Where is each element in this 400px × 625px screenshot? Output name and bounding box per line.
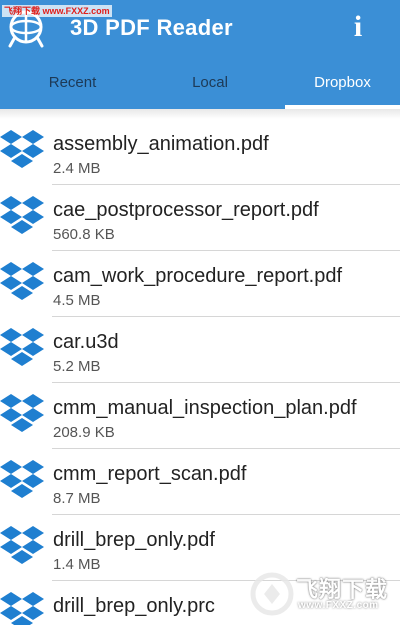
file-row[interactable]: assembly_animation.pdf 2.4 MB — [0, 119, 400, 185]
file-name: cae_postprocessor_report.pdf — [53, 199, 319, 221]
file-size: 1.4 MB — [53, 556, 101, 573]
file-name: drill_brep_only.prc — [53, 595, 215, 617]
dropbox-icon — [0, 130, 44, 168]
tab-local[interactable]: Local — [145, 57, 275, 109]
tab-recent[interactable]: Recent — [0, 57, 145, 109]
watermark-top: 飞翔下载 www.FXXZ.com — [2, 5, 112, 17]
file-row[interactable]: cam_work_procedure_report.pdf 4.5 MB — [0, 251, 400, 317]
file-row[interactable]: car.u3d 5.2 MB — [0, 317, 400, 383]
app-title: 3D PDF Reader — [70, 15, 233, 40]
dropbox-icon — [0, 460, 44, 498]
file-size: 208.9 KB — [53, 424, 115, 441]
file-name: cam_work_procedure_report.pdf — [53, 265, 343, 287]
file-list: assembly_animation.pdf 2.4 MB cae_postpr… — [0, 119, 400, 625]
dropbox-icon — [0, 196, 44, 234]
watermark-bottom-right: 飞翔下载 www.FXXZ.com — [250, 568, 400, 625]
info-button[interactable]: i — [346, 10, 370, 44]
file-name: car.u3d — [53, 331, 119, 353]
file-name: cmm_report_scan.pdf — [53, 463, 247, 485]
file-size: 560.8 KB — [53, 226, 115, 243]
watermark-url: www.FXXZ.com — [298, 600, 379, 611]
tab-bar-shadow — [0, 109, 400, 119]
file-name: cmm_manual_inspection_plan.pdf — [53, 397, 357, 419]
dropbox-icon — [0, 526, 44, 564]
file-size: 4.5 MB — [53, 292, 101, 309]
file-row[interactable]: cae_postprocessor_report.pdf 560.8 KB — [0, 185, 400, 251]
dropbox-icon — [0, 328, 44, 366]
file-size: 2.4 MB — [53, 160, 101, 177]
dropbox-icon — [0, 262, 44, 300]
file-name: drill_brep_only.pdf — [53, 529, 215, 551]
file-size: 5.2 MB — [53, 358, 101, 375]
file-size: 8.7 MB — [53, 490, 101, 507]
file-row[interactable]: cmm_manual_inspection_plan.pdf 208.9 KB — [0, 383, 400, 449]
watermark-logo-icon — [250, 572, 294, 616]
tab-bar: Recent Local Dropbox — [0, 57, 400, 109]
dropbox-icon — [0, 394, 44, 432]
file-name: assembly_animation.pdf — [53, 133, 269, 155]
dropbox-icon — [0, 592, 44, 625]
tab-dropbox[interactable]: Dropbox — [285, 57, 400, 109]
file-row[interactable]: cmm_report_scan.pdf 8.7 MB — [0, 449, 400, 515]
